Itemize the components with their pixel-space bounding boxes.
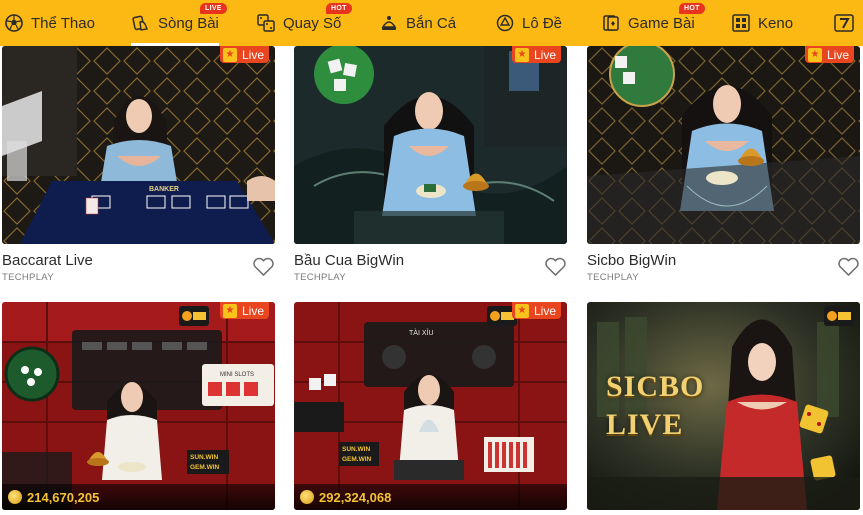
banker-label: BANKER — [149, 186, 179, 193]
game-provider: TECHPLAY — [2, 272, 54, 283]
gem-win-label: GEM.WIN — [342, 456, 372, 463]
game-thumbnail[interactable]: SICBO LIVE — [587, 302, 860, 510]
game-title[interactable]: Sicbo BigWin — [587, 252, 676, 269]
favorite-heart-icon[interactable] — [544, 256, 567, 277]
playing-card-icon — [601, 13, 621, 33]
tai-xiu-live-scene: TÀI XỈU SUN.WIN GEM.WIN — [294, 302, 567, 510]
tai-xiu-label: TÀI XỈU — [409, 328, 434, 337]
jackpot-value: 214,670,205 — [27, 489, 100, 505]
live-badge: ★ Live — [511, 302, 561, 319]
live-badge: ★ Live — [511, 46, 561, 63]
coin-icon — [300, 490, 314, 504]
live-label: Live — [241, 303, 264, 318]
sun-win-label: SUN.WIN — [190, 454, 218, 461]
nav-item-quay-so[interactable]: Quay Số HOT — [256, 0, 352, 46]
jackpot-bar: 214,670,205 — [2, 484, 275, 510]
nav-item-game-bai[interactable]: Game Bài HOT — [601, 0, 705, 46]
nav-item-song-bai[interactable]: Sòng Bài LIVE — [131, 0, 227, 46]
sicbo-bigwin-scene — [587, 46, 860, 244]
nav-item-label: Thể Thao — [31, 14, 95, 32]
soccer-ball-icon — [4, 13, 24, 33]
live-label: Live — [533, 303, 556, 318]
star-icon: ★ — [222, 303, 237, 318]
lottery-ball-icon — [495, 13, 515, 33]
favorite-heart-icon[interactable] — [837, 256, 860, 277]
nav-item-label: Quay Số — [283, 14, 342, 32]
mini-slots-label: MINI SLOTS — [220, 372, 254, 378]
banner-line-sicbo: SICBO — [606, 370, 705, 403]
coin-icon — [8, 490, 22, 504]
game-thumbnail[interactable]: ★ Live — [294, 46, 567, 244]
banner-title: SICBO LIVE — [606, 368, 704, 444]
game-provider: TECHPLAY — [294, 272, 346, 283]
live-label: Live — [533, 47, 556, 62]
game-thumbnail[interactable]: BANKER ★ Live — [2, 46, 275, 244]
slot-seven-icon — [834, 13, 854, 33]
category-nav-bar: Thể Thao Sòng Bài LIVE Quay Số HOT Bắn C… — [0, 0, 863, 46]
live-badge: LIVE — [200, 3, 227, 14]
jackpot-bar: 292,324,068 — [294, 484, 567, 510]
live-label: Live — [826, 47, 849, 62]
fish-shooter-icon — [379, 13, 399, 33]
nav-item-slots[interactable] — [834, 0, 861, 46]
game-title[interactable]: Bầu Cua BigWin — [294, 252, 404, 269]
jackpot-value: 292,324,068 — [319, 489, 392, 505]
game-provider: TECHPLAY — [587, 272, 639, 283]
game-title[interactable]: Baccarat Live — [2, 252, 93, 269]
nav-item-keno[interactable]: Keno — [731, 0, 793, 46]
live-label: Live — [241, 47, 264, 62]
sun-live-table-scene: MINI SLOTS SUN.WIN GEM.WIN — [2, 302, 275, 510]
card-hand-icon — [131, 13, 151, 33]
star-icon: ★ — [222, 47, 237, 62]
game-thumbnail[interactable]: TÀI XỈU SUN.WIN GEM.WIN ★ Live 292,324,0… — [294, 302, 567, 510]
hot-badge: HOT — [679, 3, 705, 14]
baccarat-live-scene: BANKER — [2, 46, 275, 244]
nav-item-label: Sòng Bài — [158, 14, 219, 32]
live-badge: ★ Live — [219, 46, 269, 63]
game-thumbnail[interactable]: ★ Live — [587, 46, 860, 244]
bau-cua-live-scene — [294, 46, 567, 244]
live-badge: ★ Live — [219, 302, 269, 319]
favorite-heart-icon[interactable] — [252, 256, 275, 277]
nav-item-lo-de[interactable]: Lô Đề — [495, 0, 562, 46]
nav-item-ban-ca[interactable]: Bắn Cá — [379, 0, 456, 46]
hot-badge: HOT — [326, 3, 352, 14]
star-icon: ★ — [807, 47, 822, 62]
game-thumbnail[interactable]: MINI SLOTS SUN.WIN GEM.WIN ★ Live 214,67… — [2, 302, 275, 510]
sun-brand-logo — [179, 306, 209, 326]
keno-grid-icon — [731, 13, 751, 33]
sun-win-label: SUN.WIN — [342, 446, 370, 453]
sun-brand-logo — [824, 306, 854, 326]
nav-item-label: Lô Đề — [522, 14, 563, 32]
dice-icon — [256, 13, 276, 33]
star-icon: ★ — [514, 47, 529, 62]
live-badge: ★ Live — [804, 46, 854, 63]
star-icon: ★ — [514, 303, 529, 318]
banner-line-live: LIVE — [606, 408, 684, 441]
nav-item-label: Keno — [758, 14, 794, 32]
nav-item-label: Game Bài — [628, 14, 695, 32]
nav-item-the-thao[interactable]: Thể Thao — [4, 0, 95, 46]
nav-item-label: Bắn Cá — [406, 14, 457, 32]
gem-win-label: GEM.WIN — [190, 464, 220, 471]
